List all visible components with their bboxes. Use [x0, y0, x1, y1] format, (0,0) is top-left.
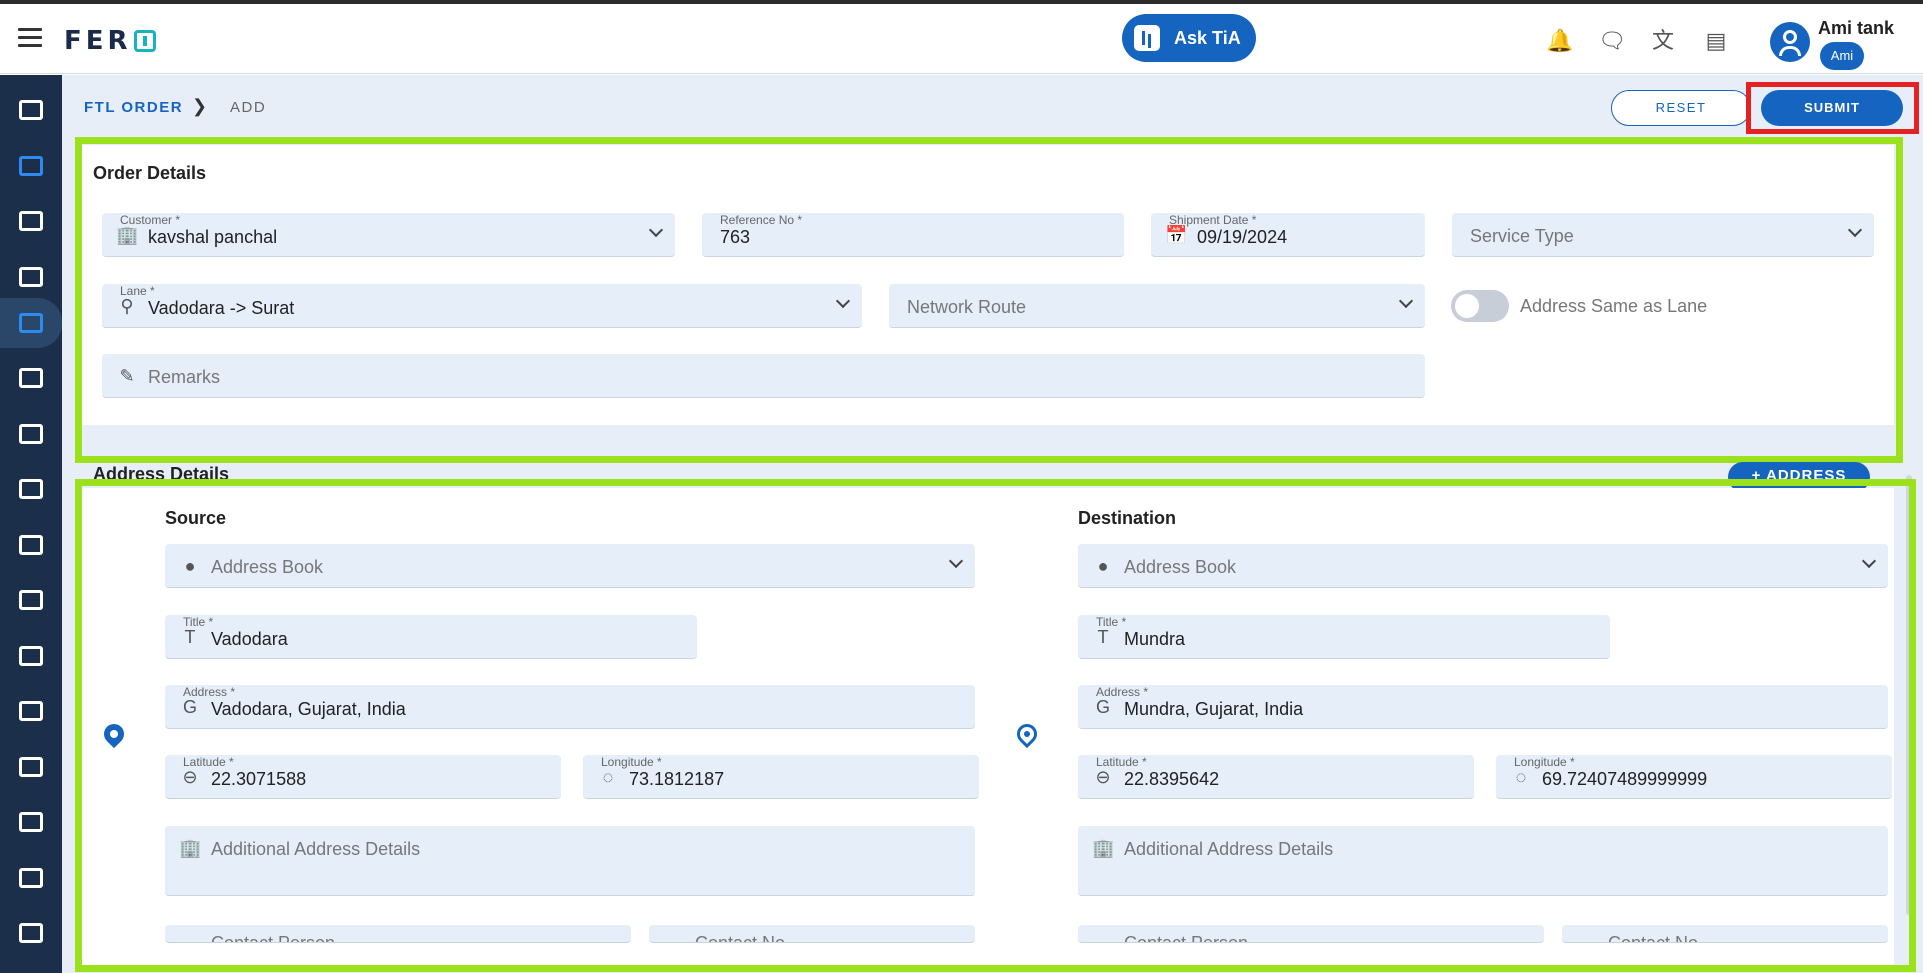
ask-tia-button[interactable]: Ask TiA — [1122, 14, 1256, 62]
highlight-order-details — [75, 137, 1903, 463]
sidebar-item-delivery[interactable] — [0, 686, 62, 736]
truck-icon — [19, 368, 43, 388]
highlight-submit — [1746, 82, 1919, 134]
sidebar-item-warehouse[interactable] — [0, 196, 62, 246]
avatar[interactable] — [1770, 22, 1810, 62]
route-icon — [19, 868, 43, 888]
excel-icon — [19, 757, 43, 777]
sidebar-item-bus-settings[interactable] — [0, 520, 62, 570]
ruler-icon — [19, 267, 43, 287]
bus-icon — [19, 535, 43, 555]
bell-icon[interactable]: 🔔 — [1546, 28, 1573, 54]
sidebar — [0, 75, 62, 973]
sidebar-item-documents[interactable] — [0, 409, 62, 459]
gear-icon — [19, 590, 43, 610]
sidebar-item-scale[interactable] — [0, 252, 62, 302]
user-badge[interactable]: Ami — [1820, 42, 1864, 70]
building-icon — [19, 812, 43, 832]
sidebar-item-excel[interactable] — [0, 742, 62, 792]
tia-icon — [1134, 25, 1160, 51]
chevron-right-icon: ❯ — [192, 96, 208, 116]
app-logo[interactable]: FER — [64, 26, 156, 56]
sidebar-item-settings[interactable] — [0, 575, 62, 625]
breadcrumb-root[interactable]: FTL ORDER — [84, 99, 183, 116]
user-name: Ami tank — [1818, 18, 1895, 38]
dashboard-icon — [19, 100, 43, 120]
chat-icon[interactable]: 🗨 — [1598, 28, 1626, 54]
top-bar: FER Ask TiA 🔔 🗨 文 ▤ Ami tank Ami — [0, 4, 1923, 74]
panel-icon[interactable]: ▤ — [1703, 28, 1729, 54]
sidebar-item-dashboard[interactable] — [0, 85, 62, 135]
sidebar-item-fleet[interactable] — [0, 353, 62, 403]
truck-icon — [19, 313, 43, 333]
sidebar-item-order[interactable] — [0, 141, 62, 191]
logo-mark-icon — [133, 30, 156, 52]
menu-icon[interactable] — [18, 28, 42, 48]
sidebar-item-list[interactable] — [0, 908, 62, 958]
delivery-icon — [19, 701, 43, 721]
reset-button[interactable]: RESET — [1611, 90, 1751, 126]
translate-icon[interactable]: 文 — [1650, 28, 1676, 54]
logo-text: FER — [64, 26, 132, 56]
sidebar-item-company[interactable] — [0, 797, 62, 847]
highlight-address-details — [75, 479, 1916, 972]
money-icon — [19, 646, 43, 666]
list-icon — [19, 923, 43, 943]
breadcrumb-current: ADD — [230, 99, 267, 116]
sidebar-item-billing[interactable] — [0, 631, 62, 681]
document-icon — [19, 424, 43, 444]
database-icon — [19, 479, 43, 499]
ask-tia-label: Ask TiA — [1174, 27, 1241, 48]
sidebar-item-ftl[interactable] — [0, 298, 62, 348]
warehouse-icon — [19, 211, 43, 231]
box-icon — [19, 156, 43, 176]
sidebar-item-database[interactable] — [0, 464, 62, 514]
sidebar-item-route[interactable] — [0, 853, 62, 903]
